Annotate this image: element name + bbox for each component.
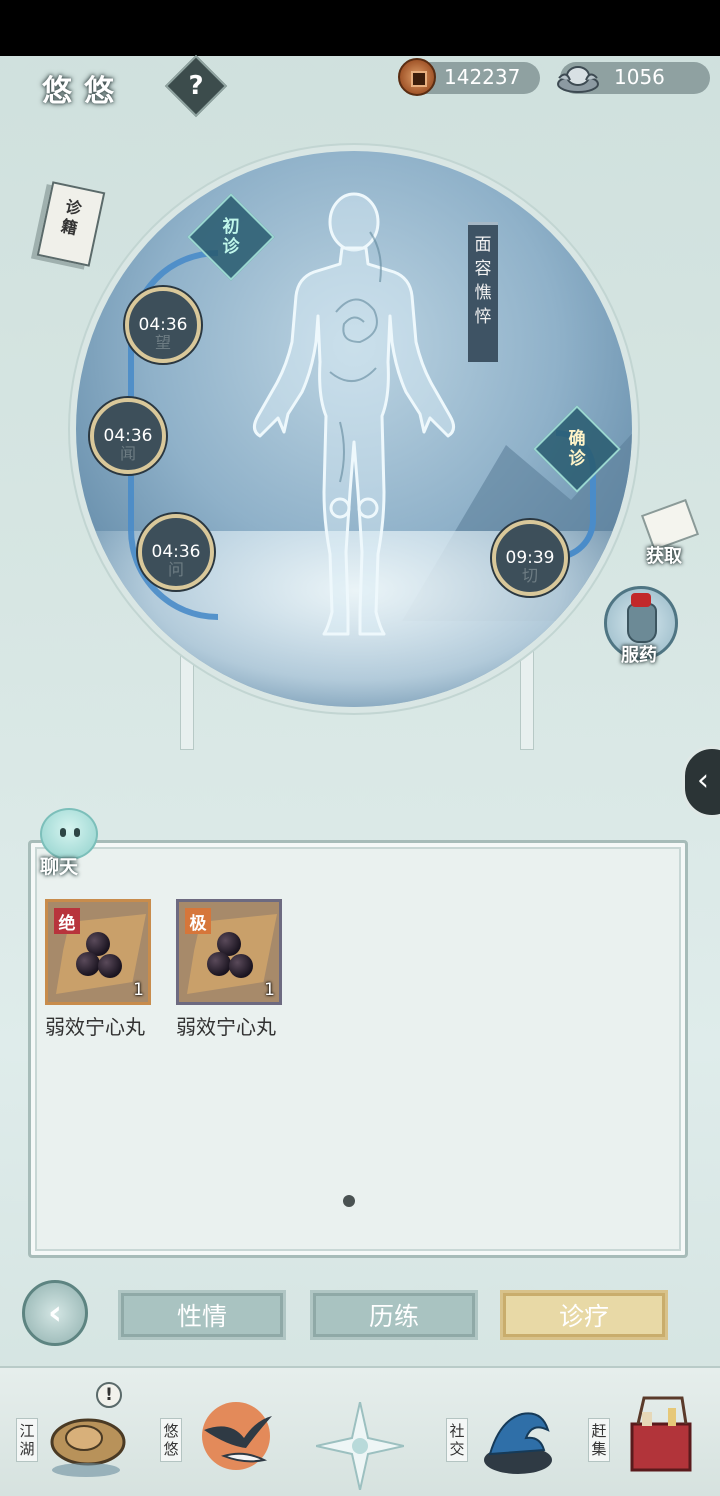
item-name: 弱效宁心丸 xyxy=(176,1015,276,1039)
status-bar xyxy=(0,0,720,56)
nav-market[interactable]: 赶集 xyxy=(588,1382,708,1492)
medicine-inventory-panel: 绝 1 弱效宁心丸 极 1 弱效宁心丸 xyxy=(28,840,688,1258)
player-name: 悠悠 xyxy=(42,74,126,109)
copper-currency[interactable]: 142237 xyxy=(398,58,540,96)
help-button[interactable]: ? xyxy=(164,54,228,118)
copper-amount: 142237 xyxy=(444,65,521,89)
bird-icon xyxy=(202,1402,272,1470)
collapse-panel-button[interactable]: ‹ xyxy=(682,746,720,818)
item-name: 弱效宁心丸 xyxy=(45,1015,145,1039)
copper-coin-icon xyxy=(398,58,436,96)
pill-icon xyxy=(207,952,231,976)
symptom-char: 悴 xyxy=(474,307,492,327)
pill-icon xyxy=(229,954,253,978)
wave-icon xyxy=(484,1412,552,1474)
chat-label[interactable]: 聊天 xyxy=(40,852,78,879)
inventory-item[interactable]: 绝 1 弱效宁心丸 xyxy=(45,899,155,1040)
tab-temperament[interactable]: 性情 xyxy=(118,1290,286,1340)
timer-value: 09:39 xyxy=(505,548,555,568)
medical-records-book-icon[interactable]: 诊籍 xyxy=(36,181,106,267)
patient-body-figure[interactable] xyxy=(244,192,464,650)
tab-experience[interactable]: 历练 xyxy=(310,1290,478,1340)
listen-timer[interactable]: 闻 04:36 xyxy=(90,398,166,474)
chevron-left-icon: ‹ xyxy=(697,763,709,798)
nav-jianghu[interactable]: ! 江湖 xyxy=(16,1382,136,1492)
bottle-cap-icon xyxy=(631,593,651,607)
nav-label: 赶集 xyxy=(588,1418,610,1462)
grade-badge: 绝 xyxy=(54,908,80,934)
item-frame: 绝 1 xyxy=(45,899,151,1005)
tag-char: 确 xyxy=(568,429,586,449)
look-timer[interactable]: 望 04:36 xyxy=(125,287,201,363)
silver-currency[interactable]: 1056 xyxy=(557,62,710,94)
pulse-timer[interactable]: 切 09:39 xyxy=(492,520,568,596)
basket-icon xyxy=(630,1396,692,1472)
item-count: 1 xyxy=(133,980,144,1000)
symptom-banner: 面 容 憔 悴 xyxy=(468,222,498,362)
symptom-char: 容 xyxy=(474,259,492,279)
silver-amount: 1056 xyxy=(614,65,665,89)
page-indicator-dot xyxy=(343,1195,355,1207)
tag-char: 诊 xyxy=(568,449,586,469)
alert-badge: ! xyxy=(96,1382,122,1408)
tag-char: 诊 xyxy=(222,237,240,257)
pill-icon xyxy=(76,952,100,976)
medicine-bottle-icon xyxy=(627,603,657,643)
get-button[interactable]: 获取 xyxy=(636,498,702,572)
back-button[interactable]: ‹ xyxy=(22,1280,88,1346)
symptom-char: 面 xyxy=(474,235,492,255)
bottom-navigation: ! 江湖 悠悠 社交 赶集 xyxy=(0,1366,720,1496)
tab-treatment[interactable]: 诊疗 xyxy=(500,1290,668,1340)
nav-label: 江湖 xyxy=(16,1418,38,1462)
take-medicine-button[interactable]: 服药 xyxy=(604,586,678,666)
silver-ingot-icon xyxy=(557,66,599,93)
back-arrow-icon: ‹ xyxy=(47,1293,62,1333)
item-count: 1 xyxy=(264,980,275,1000)
inventory-item[interactable]: 极 1 弱效宁心丸 xyxy=(176,899,286,1040)
symptom-char: 憔 xyxy=(474,283,492,303)
timer-value: 04:36 xyxy=(138,315,188,335)
ask-timer[interactable]: 问 04:36 xyxy=(138,514,214,590)
item-frame: 极 1 xyxy=(176,899,282,1005)
nav-youyou[interactable]: 悠悠 xyxy=(160,1382,280,1492)
nav-label: 悠悠 xyxy=(160,1418,182,1462)
pill-icon xyxy=(98,954,122,978)
take-medicine-label: 服药 xyxy=(621,645,657,666)
timer-value: 04:36 xyxy=(151,542,201,562)
timer-value: 04:36 xyxy=(103,426,153,446)
help-icon: ? xyxy=(188,71,204,101)
grade-badge: 极 xyxy=(185,908,211,934)
nav-label: 社交 xyxy=(446,1418,468,1462)
tag-char: 初 xyxy=(222,217,240,237)
get-label: 获取 xyxy=(646,546,682,567)
book-label: 诊籍 xyxy=(59,196,84,239)
nav-social[interactable]: 社交 xyxy=(446,1382,566,1492)
star-icon[interactable] xyxy=(316,1402,404,1490)
